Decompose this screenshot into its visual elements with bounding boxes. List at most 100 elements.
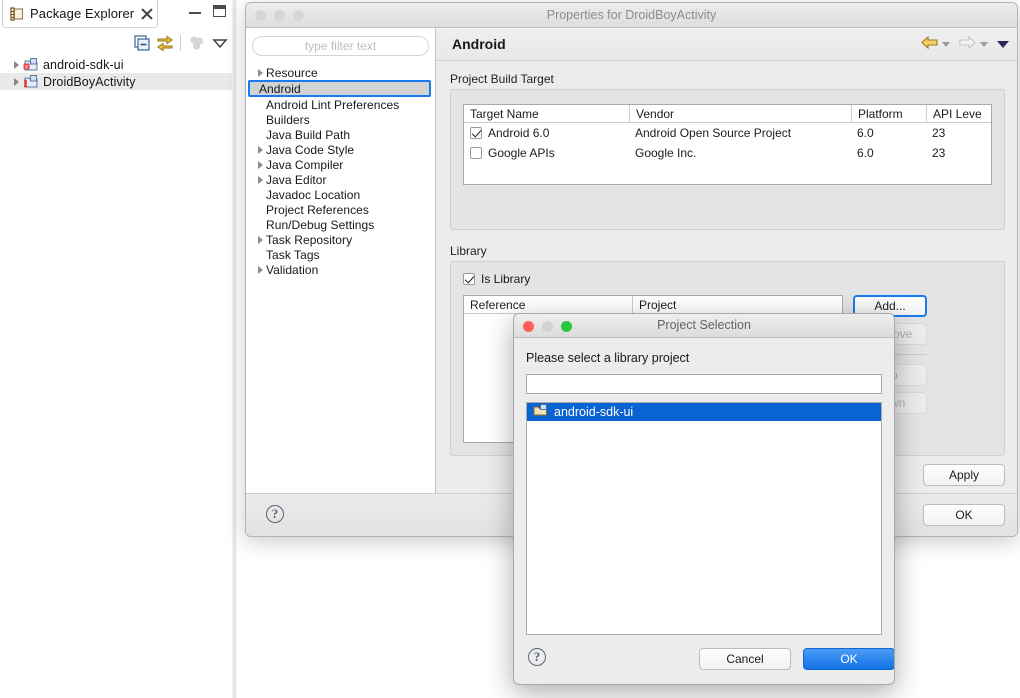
package-explorer-view: Package Explorer	[0, 0, 232, 698]
build-target-checkbox[interactable]	[470, 147, 482, 159]
view-menu-triangle-icon[interactable]	[997, 41, 1009, 48]
collapse-all-icon[interactable]	[132, 33, 152, 53]
expand-triangle-icon[interactable]	[258, 236, 263, 244]
column-header-platform[interactable]: Platform	[851, 105, 926, 122]
java-project-warning-icon	[23, 75, 39, 89]
properties-dialog-titlebar[interactable]: Properties for DroidBoyActivity	[246, 3, 1017, 28]
folder-project-icon	[533, 404, 549, 420]
ok-button[interactable]: OK	[803, 648, 895, 670]
nav-item-task-repository[interactable]: Task Repository	[246, 232, 435, 247]
expand-triangle-icon[interactable]	[258, 69, 263, 77]
expand-triangle-icon[interactable]	[14, 78, 19, 86]
column-header-target-name[interactable]: Target Name	[464, 105, 629, 122]
project-list[interactable]: android-sdk-ui	[526, 402, 882, 635]
list-item-label: android-sdk-ui	[554, 405, 633, 419]
nav-item-java-build-path[interactable]: Java Build Path	[246, 127, 435, 142]
properties-nav-pane: type filter text Resource Android Androi…	[246, 28, 436, 494]
back-history-caret-icon[interactable]	[942, 42, 950, 47]
cell-platform: 6.0	[851, 126, 926, 140]
nav-item-label: Android Lint Preferences	[266, 98, 399, 112]
ok-button[interactable]: OK	[923, 504, 1005, 526]
nav-item-task-tags[interactable]: Task Tags	[246, 247, 435, 262]
build-target-checkbox[interactable]	[470, 127, 482, 139]
library-table-header: Reference Project	[464, 296, 842, 314]
nav-item-label: Validation	[266, 263, 318, 277]
properties-nav-tree[interactable]: Resource Android Android Lint Preference…	[246, 65, 435, 277]
nav-item-label: Android	[259, 82, 301, 96]
help-icon[interactable]: ?	[528, 648, 546, 666]
nav-item-run-debug-settings[interactable]: Run/Debug Settings	[246, 217, 435, 232]
help-icon[interactable]: ?	[266, 505, 284, 523]
package-explorer-tab-row: Package Explorer	[0, 0, 232, 28]
expand-triangle-icon[interactable]	[14, 61, 19, 69]
nav-item-android[interactable]: Android	[248, 80, 431, 97]
project-selection-dialog: Project Selection Please select a librar…	[513, 313, 895, 685]
is-library-checkbox[interactable]	[463, 273, 475, 285]
list-item[interactable]: android-sdk-ui	[527, 403, 881, 421]
nav-item-java-compiler[interactable]: Java Compiler	[246, 157, 435, 172]
table-row[interactable]: Android 6.0 Android Open Source Project …	[464, 123, 991, 143]
tree-item-droidboyactivity[interactable]: DroidBoyActivity	[0, 73, 232, 90]
column-header-api-level[interactable]: API Leve	[926, 105, 991, 122]
is-library-row[interactable]: Is Library	[463, 272, 992, 286]
nav-item-java-editor[interactable]: Java Editor	[246, 172, 435, 187]
link-with-editor-icon[interactable]	[155, 33, 175, 53]
nav-item-label: Java Code Style	[266, 143, 354, 157]
nav-item-label: Task Tags	[266, 248, 320, 262]
cell-target-name: Android 6.0	[488, 126, 549, 140]
tree-item-label: android-sdk-ui	[43, 58, 124, 72]
project-selection-titlebar[interactable]: Project Selection	[514, 314, 894, 338]
cell-vendor: Android Open Source Project	[629, 126, 851, 140]
view-menu-icon[interactable]	[210, 33, 230, 53]
column-header-project[interactable]: Project	[632, 296, 842, 313]
build-target-group-label: Project Build Target	[450, 72, 1005, 86]
project-filter-input[interactable]	[526, 374, 882, 394]
project-selection-body: Please select a library project android-…	[514, 338, 894, 635]
nav-item-project-references[interactable]: Project References	[246, 202, 435, 217]
expand-triangle-icon[interactable]	[258, 176, 263, 184]
nav-item-builders[interactable]: Builders	[246, 112, 435, 127]
maximize-icon[interactable]	[213, 5, 226, 17]
project-selection-footer: ? Cancel OK	[514, 634, 895, 684]
nav-item-android-lint-preferences[interactable]: Android Lint Preferences	[246, 97, 435, 112]
filter-field[interactable]: type filter text	[252, 36, 429, 56]
nav-item-java-code-style[interactable]: Java Code Style	[246, 142, 435, 157]
tab-label: Package Explorer	[30, 6, 134, 21]
nav-item-label: Project References	[266, 203, 369, 217]
expand-triangle-icon[interactable]	[258, 146, 263, 154]
svg-text:x: x	[25, 64, 28, 70]
page-nav-buttons	[920, 35, 1009, 53]
is-library-label: Is Library	[481, 272, 530, 286]
nav-item-label: Resource	[266, 66, 318, 80]
properties-dialog-title: Properties for DroidBoyActivity	[246, 8, 1017, 22]
apply-row: Apply	[923, 464, 1005, 486]
table-row[interactable]: Google APIs Google Inc. 6.0 23	[464, 143, 991, 163]
build-target-table[interactable]: Target Name Vendor Platform API Leve And…	[463, 104, 992, 185]
apply-button[interactable]: Apply	[923, 464, 1005, 486]
cell-vendor: Google Inc.	[629, 146, 851, 160]
nav-item-label: Java Build Path	[266, 128, 350, 142]
expand-triangle-icon[interactable]	[258, 161, 263, 169]
workbench-sash[interactable]	[232, 0, 237, 698]
nav-item-label: Java Compiler	[266, 158, 343, 172]
back-arrow-icon[interactable]	[920, 35, 939, 53]
nav-item-validation[interactable]: Validation	[246, 262, 435, 277]
cell-target-name: Google APIs	[488, 146, 555, 160]
toolbar-separator	[180, 35, 181, 51]
minimize-icon[interactable]	[189, 5, 201, 14]
tree-item-android-sdk-ui[interactable]: x android-sdk-ui	[0, 56, 232, 73]
column-header-reference[interactable]: Reference	[464, 296, 632, 313]
package-explorer-tree[interactable]: x android-sdk-ui DroidBoyActivity	[0, 56, 232, 698]
expand-triangle-icon[interactable]	[258, 266, 263, 274]
nav-item-javadoc-location[interactable]: Javadoc Location	[246, 187, 435, 202]
nav-item-resource[interactable]: Resource	[246, 65, 435, 80]
forward-arrow-icon	[958, 35, 977, 53]
column-header-vendor[interactable]: Vendor	[629, 105, 851, 122]
cancel-button[interactable]: Cancel	[699, 648, 791, 670]
nav-item-label: Run/Debug Settings	[266, 218, 374, 232]
tab-package-explorer[interactable]: Package Explorer	[2, 0, 158, 28]
package-explorer-icon	[10, 7, 24, 21]
focus-on-active-task-icon	[187, 33, 207, 53]
close-icon[interactable]	[141, 8, 153, 20]
view-window-buttons	[189, 5, 226, 17]
